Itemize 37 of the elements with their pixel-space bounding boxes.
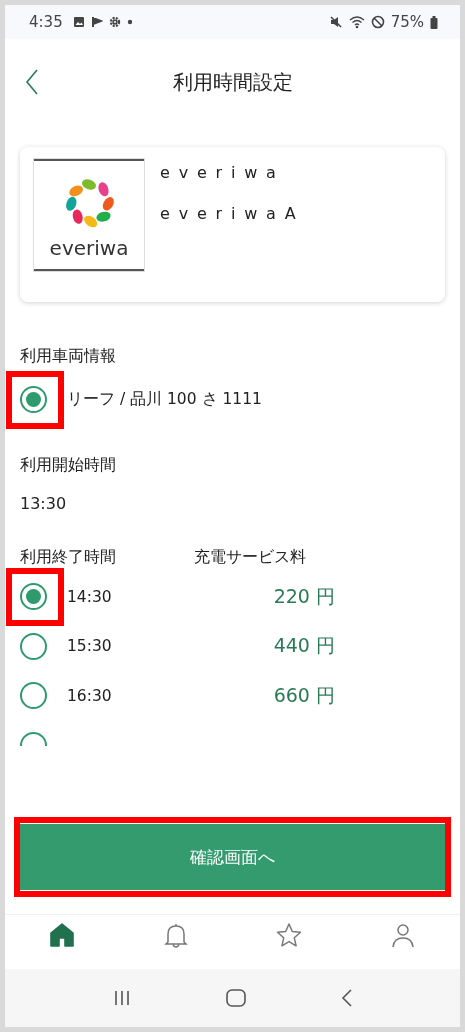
radio-button[interactable] [20,583,47,611]
end-time-option: 14:30 [67,587,215,606]
fee-amount: 660 円 [272,682,335,708]
start-time: 13:30 [20,494,67,513]
confirm-button[interactable]: 確認画面へ [20,824,445,890]
section-label: 利用車両情報 [20,346,116,367]
radio-button[interactable] [20,682,47,710]
status-time: 4:35 [29,13,63,31]
back-icon[interactable] [341,989,354,1007]
section-label: 利用終了時間 [20,547,117,568]
fee-amount: 220 円 [272,583,335,609]
home-icon[interactable] [47,921,76,949]
flag-icon [90,16,103,28]
gear-icon [108,16,121,28]
dot-icon [126,19,133,25]
battery-icon [430,15,438,29]
mute-icon [328,15,343,29]
blocked-icon [370,15,385,29]
page-title: 利用時間設定 [172,68,293,96]
shop-logo: everiwa [34,159,144,271]
battery-percent: 75% [390,13,424,31]
bell-icon[interactable] [161,921,190,949]
end-time-option: 15:30 [67,637,215,656]
fee-amount: 440 円 [272,633,335,659]
column-header: 充電サービス料 [194,547,306,568]
radio-button[interactable] [20,385,47,413]
wifi-icon [348,15,365,29]
star-icon[interactable] [275,921,304,949]
vehicle-option: リーフ / 品川 100 さ 1111 [67,388,262,410]
end-time-option: 16:30 [67,686,215,705]
shop-name: everiwa [160,163,285,182]
section-label: 利用開始時間 [20,455,116,476]
radio-button[interactable] [20,632,47,660]
back-button[interactable] [25,69,39,95]
shop-subname: everiwaA [160,204,305,223]
home-icon[interactable] [225,988,248,1008]
image-icon [72,16,85,28]
